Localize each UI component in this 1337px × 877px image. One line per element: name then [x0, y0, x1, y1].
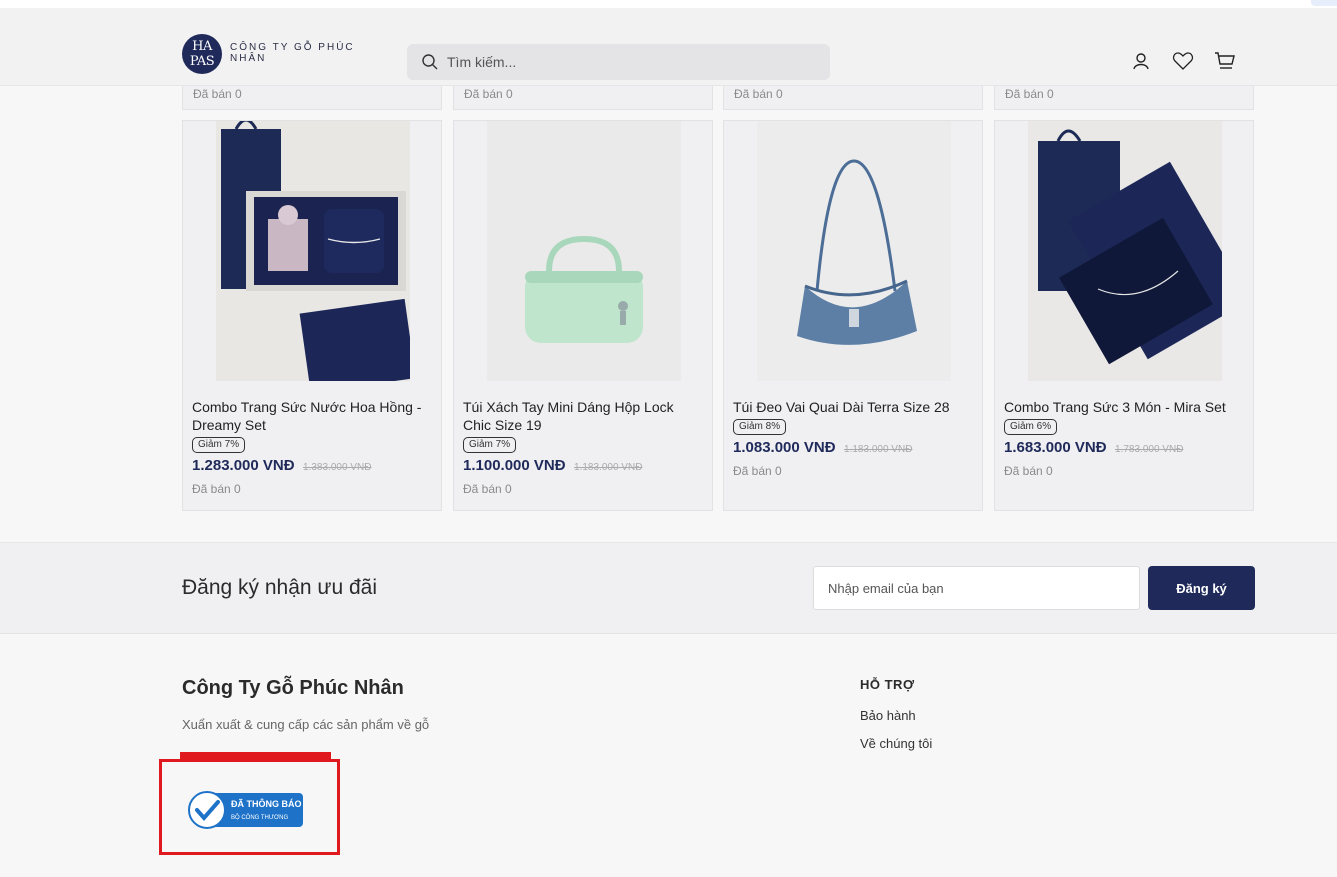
prev-card-sold: Đã bán 0 [182, 86, 442, 110]
email-field[interactable] [813, 566, 1140, 610]
product-name[interactable]: Túi Xách Tay Mini Dáng Hộp Lock Chic Siz… [463, 398, 705, 434]
newsletter-title: Đăng ký nhận ưu đãi [182, 576, 378, 599]
logo-mark[interactable]: HA PAS [182, 34, 222, 74]
search-box[interactable]: Tìm kiếm... [407, 44, 830, 80]
user-icon[interactable] [1129, 50, 1153, 72]
product-sold: Đã bán 0 [733, 464, 782, 478]
page: HA PAS CÔNG TY GỖ PHÚC NHÂN Tìm kiếm... … [0, 0, 1337, 877]
product-old-price: 1.783.000 VNĐ [1115, 444, 1184, 455]
product-price: 1.683.000 VNĐ [1004, 439, 1107, 456]
discount-badge: Giảm 6% [1004, 419, 1058, 435]
product-image[interactable] [1028, 121, 1222, 381]
product-name[interactable]: Combo Trang Sức Nước Hoa Hồng - Dreamy S… [192, 398, 434, 434]
product-old-price: 1.183.000 VNĐ [574, 462, 643, 473]
header-icons [1129, 50, 1237, 72]
product-old-price: 1.183.000 VNĐ [844, 444, 913, 455]
product-sold: Đã bán 0 [192, 482, 241, 496]
product-old-price: 1.383.000 VNĐ [303, 462, 372, 473]
discount-badge: Giảm 7% [463, 437, 517, 453]
product-sold: Đã bán 0 [463, 482, 512, 496]
top-strip [0, 0, 1337, 8]
discount-badge: Giảm 7% [192, 437, 246, 453]
bct-registration-badge[interactable]: ĐÃ THÔNG BÁO BỘ CÔNG THƯƠNG [187, 790, 305, 835]
product-price: 1.283.000 VNĐ [192, 457, 295, 474]
product-name[interactable]: Túi Đeo Vai Quai Dài Terra Size 28 [733, 398, 975, 416]
logo-line-2: NHÂN [230, 53, 267, 64]
badge-line-2: BỘ CÔNG THƯƠNG [231, 814, 288, 821]
newsletter-section: Đăng ký nhận ưu đãi Đăng ký [0, 542, 1337, 634]
cart-icon[interactable] [1213, 50, 1237, 72]
product-price: 1.083.000 VNĐ [733, 439, 836, 456]
company-name: Công Ty Gỗ Phúc Nhân [182, 677, 404, 699]
search-placeholder: Tìm kiếm... [447, 54, 517, 70]
product-name[interactable]: Combo Trang Sức 3 Món - Mira Set [1004, 398, 1246, 416]
heart-icon[interactable] [1171, 50, 1195, 72]
prev-card-sold: Đã bán 0 [994, 86, 1254, 110]
warranty-link[interactable]: Bảo hành [860, 708, 916, 723]
product-card[interactable]: Túi Đeo Vai Quai Dài Terra Size 28 Giảm … [723, 120, 983, 511]
product-image[interactable] [487, 121, 681, 381]
badge-line-1: ĐÃ THÔNG BÁO [231, 798, 302, 809]
support-heading: HỖ TRỢ [860, 677, 915, 692]
logo-line-1: CÔNG TY GỖ PHÚC [230, 42, 355, 53]
prev-card-sold: Đã bán 0 [453, 86, 713, 110]
logo-text[interactable]: CÔNG TY GỖ PHÚC NHÂN [230, 42, 380, 64]
product-image[interactable] [216, 121, 410, 381]
company-description: Xuẩn xuất & cung cấp các sản phẩm về gỗ [182, 717, 430, 732]
product-price: 1.100.000 VNĐ [463, 457, 566, 474]
product-card[interactable]: Combo Trang Sức Nước Hoa Hồng - Dreamy S… [182, 120, 442, 511]
subscribe-button[interactable]: Đăng ký [1148, 566, 1255, 610]
corner-mark [1311, 0, 1337, 6]
product-image[interactable] [757, 121, 951, 381]
site-footer: Công Ty Gỗ Phúc Nhân Xuẩn xuất & cung cấ… [0, 635, 1337, 877]
about-us-link[interactable]: Về chúng tôi [860, 736, 932, 751]
discount-badge: Giảm 8% [733, 419, 787, 435]
prev-card-sold: Đã bán 0 [723, 86, 983, 110]
site-header: HA PAS CÔNG TY GỖ PHÚC NHÂN Tìm kiếm... [0, 8, 1337, 86]
search-icon [422, 54, 438, 70]
product-sold: Đã bán 0 [1004, 464, 1053, 478]
product-card[interactable]: Túi Xách Tay Mini Dáng Hộp Lock Chic Siz… [453, 120, 713, 511]
product-card[interactable]: Combo Trang Sức 3 Món - Mira Set Giảm 6%… [994, 120, 1254, 511]
